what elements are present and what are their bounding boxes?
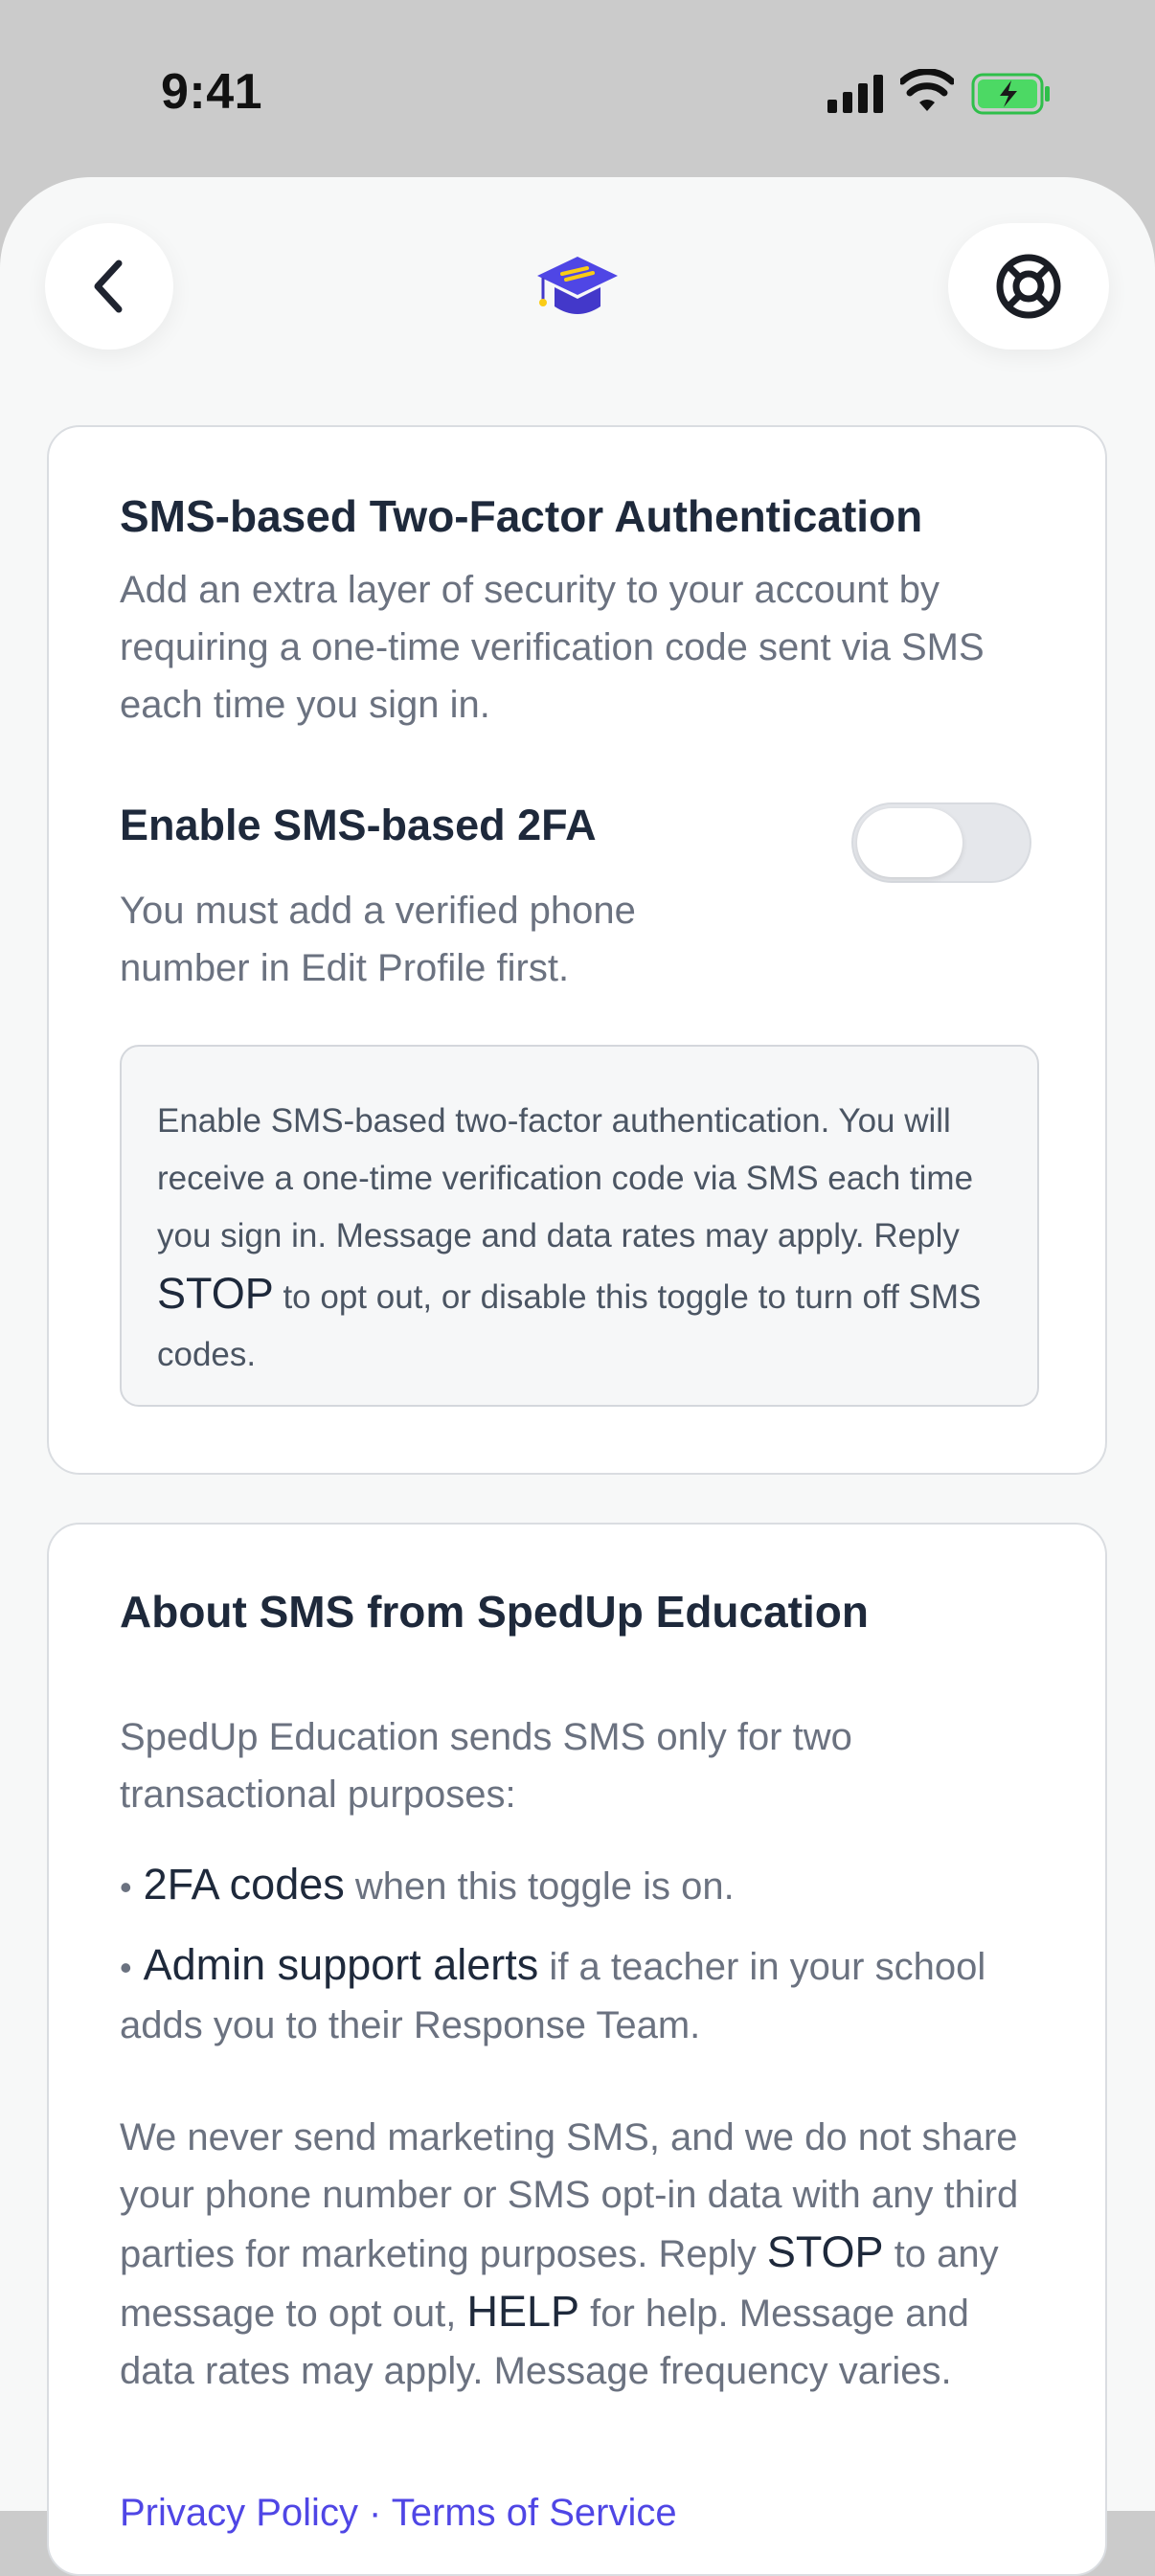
sms-2fa-card: SMS-based Two-Factor Authentication Add … [47, 425, 1107, 1475]
about-sms-intro: SpedUp Education sends SMS only for two … [120, 1716, 852, 1816]
policy-help-keyword: HELP [466, 2287, 580, 2336]
graduation-cap-logo-icon [537, 257, 618, 314]
sms-2fa-description: Add an extra layer of security to your a… [120, 569, 985, 726]
lifebuoy-icon [996, 254, 1061, 319]
bullet-admin-strong: Admin support alerts [143, 1940, 539, 1989]
cellular-signal-icon [827, 75, 883, 113]
bullet-2fa-codes: • 2FA codes when this toggle is on. [120, 1856, 1039, 1916]
bullet-admin-alerts: • Admin support alerts if a teacher in yo… [120, 1936, 1039, 2054]
sms-2fa-toggle[interactable] [851, 802, 1031, 883]
about-sms-title: About SMS from SpedUp Education [120, 1587, 869, 1637]
bullet-2fa-rest: when this toggle is on. [344, 1865, 735, 1908]
notice-text-post: to opt out, or disable this toggle to tu… [157, 1278, 982, 1373]
toggle-label: Enable SMS-based 2FA [120, 801, 597, 849]
support-button[interactable] [948, 223, 1109, 350]
back-button[interactable] [45, 223, 173, 350]
status-time: 9:41 [161, 64, 263, 120]
battery-charging-icon [971, 73, 1050, 115]
bullet-2fa-strong: 2FA codes [143, 1860, 345, 1909]
bullet-dot: • [120, 1948, 132, 1987]
toggle-help-text: You must add a verified phone number in … [120, 890, 636, 989]
status-bar: 9:41 [0, 0, 1155, 182]
wifi-icon [900, 69, 954, 111]
bullet-dot: • [120, 1867, 132, 1907]
sms-policy-paragraph: We never send marketing SMS, and we do n… [120, 2109, 1039, 2400]
toggle-knob [857, 808, 962, 877]
chevron-left-icon [94, 260, 123, 313]
sms-2fa-title: SMS-based Two-Factor Authentication [120, 491, 923, 541]
policy-stop-keyword: STOP [766, 2227, 884, 2276]
policy-links[interactable]: Privacy Policy · Terms of Service [120, 2492, 677, 2535]
notice-stop-keyword: STOP [157, 1269, 274, 1318]
about-sms-card: About SMS from SpedUp Education SpedUp E… [47, 1523, 1107, 2576]
notice-text-pre: Enable SMS-based two-factor authenticati… [157, 1102, 974, 1254]
sms-consent-notice: Enable SMS-based two-factor authenticati… [120, 1045, 1039, 1407]
